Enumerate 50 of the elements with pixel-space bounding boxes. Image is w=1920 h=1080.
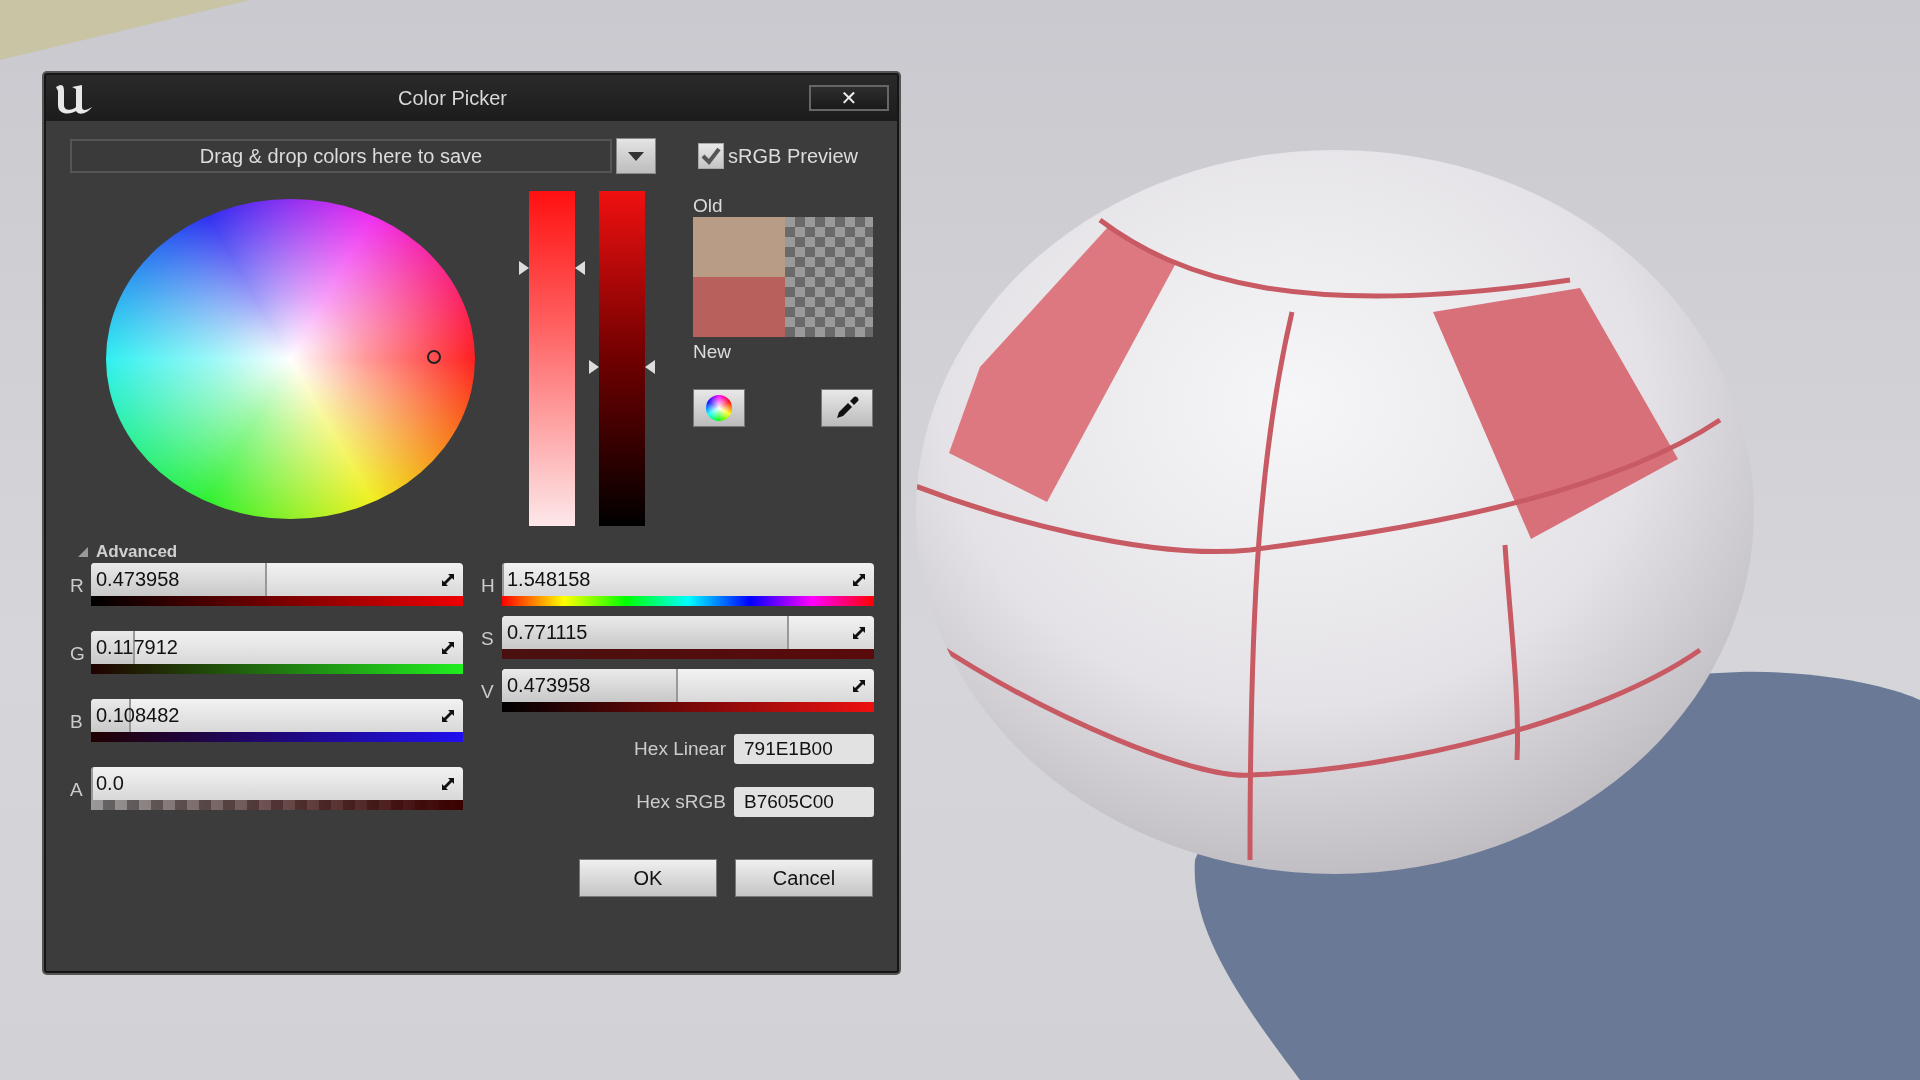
window-title: Color Picker xyxy=(397,86,508,110)
hex-field[interactable]: B7605C00 xyxy=(734,786,874,817)
slider-arrow-icon[interactable] xyxy=(589,360,600,375)
expand-arrows-icon xyxy=(441,640,455,655)
number-field[interactable]: 0.771115 xyxy=(502,616,874,649)
slider-handle[interactable] xyxy=(502,563,504,596)
number-field[interactable]: 0.0 xyxy=(91,767,463,800)
dialog-button[interactable]: OK xyxy=(579,859,717,897)
color-wheel-button[interactable] xyxy=(693,389,745,427)
expand-arrows-icon xyxy=(852,572,866,587)
channel-label: V xyxy=(481,680,495,703)
eyedropper-icon xyxy=(834,395,860,421)
expand-arrows-icon xyxy=(441,776,455,791)
eyedropper-button[interactable] xyxy=(821,389,873,427)
slider-handle[interactable] xyxy=(91,563,268,596)
old-label: Old xyxy=(693,195,723,217)
number-field[interactable]: 0.473958 xyxy=(91,563,463,596)
channel-label: A xyxy=(70,778,84,801)
srgb-preview-checkbox[interactable] xyxy=(698,143,724,169)
dropdown-button[interactable] xyxy=(616,138,656,174)
new-label: New xyxy=(693,341,732,363)
color-wheel-icon xyxy=(706,395,732,421)
hex-label: Hex sRGB xyxy=(636,790,726,813)
slider-arrow-icon[interactable] xyxy=(645,360,655,375)
caret-icon xyxy=(628,151,644,161)
checkbox-label: sRGB Preview xyxy=(728,144,859,168)
wheel-marker[interactable] xyxy=(426,349,441,364)
hex-label: Hex Linear xyxy=(634,737,726,760)
channel-label: H xyxy=(481,574,496,597)
expand-arrows-icon xyxy=(852,678,866,693)
close-button[interactable]: ✕ xyxy=(809,85,889,111)
hex-field[interactable]: 791E1B00 xyxy=(734,733,874,764)
number-field[interactable]: 0.108482 xyxy=(91,699,463,732)
channel-label: B xyxy=(70,710,84,733)
slider-handle[interactable] xyxy=(91,767,93,800)
slider-arrow-icon[interactable] xyxy=(575,260,586,275)
expand-arrows-icon xyxy=(441,708,455,723)
slider-arrow-icon[interactable] xyxy=(519,260,530,275)
number-field[interactable]: 1.548158 xyxy=(502,563,874,596)
expand-arrows-icon xyxy=(852,625,866,640)
channel-label: G xyxy=(70,642,86,665)
expand-arrows-icon xyxy=(441,572,455,587)
slider-handle[interactable] xyxy=(502,669,679,702)
slider-handle[interactable] xyxy=(502,616,789,649)
color-drop-area[interactable]: Drag & drop colors here to save xyxy=(70,139,612,173)
dialog-button[interactable]: Cancel xyxy=(735,859,873,897)
number-field[interactable]: 0.117912 xyxy=(91,631,463,664)
number-field[interactable]: 0.473958 xyxy=(502,669,874,702)
channel-label: R xyxy=(70,574,85,597)
channel-label: S xyxy=(481,627,495,650)
